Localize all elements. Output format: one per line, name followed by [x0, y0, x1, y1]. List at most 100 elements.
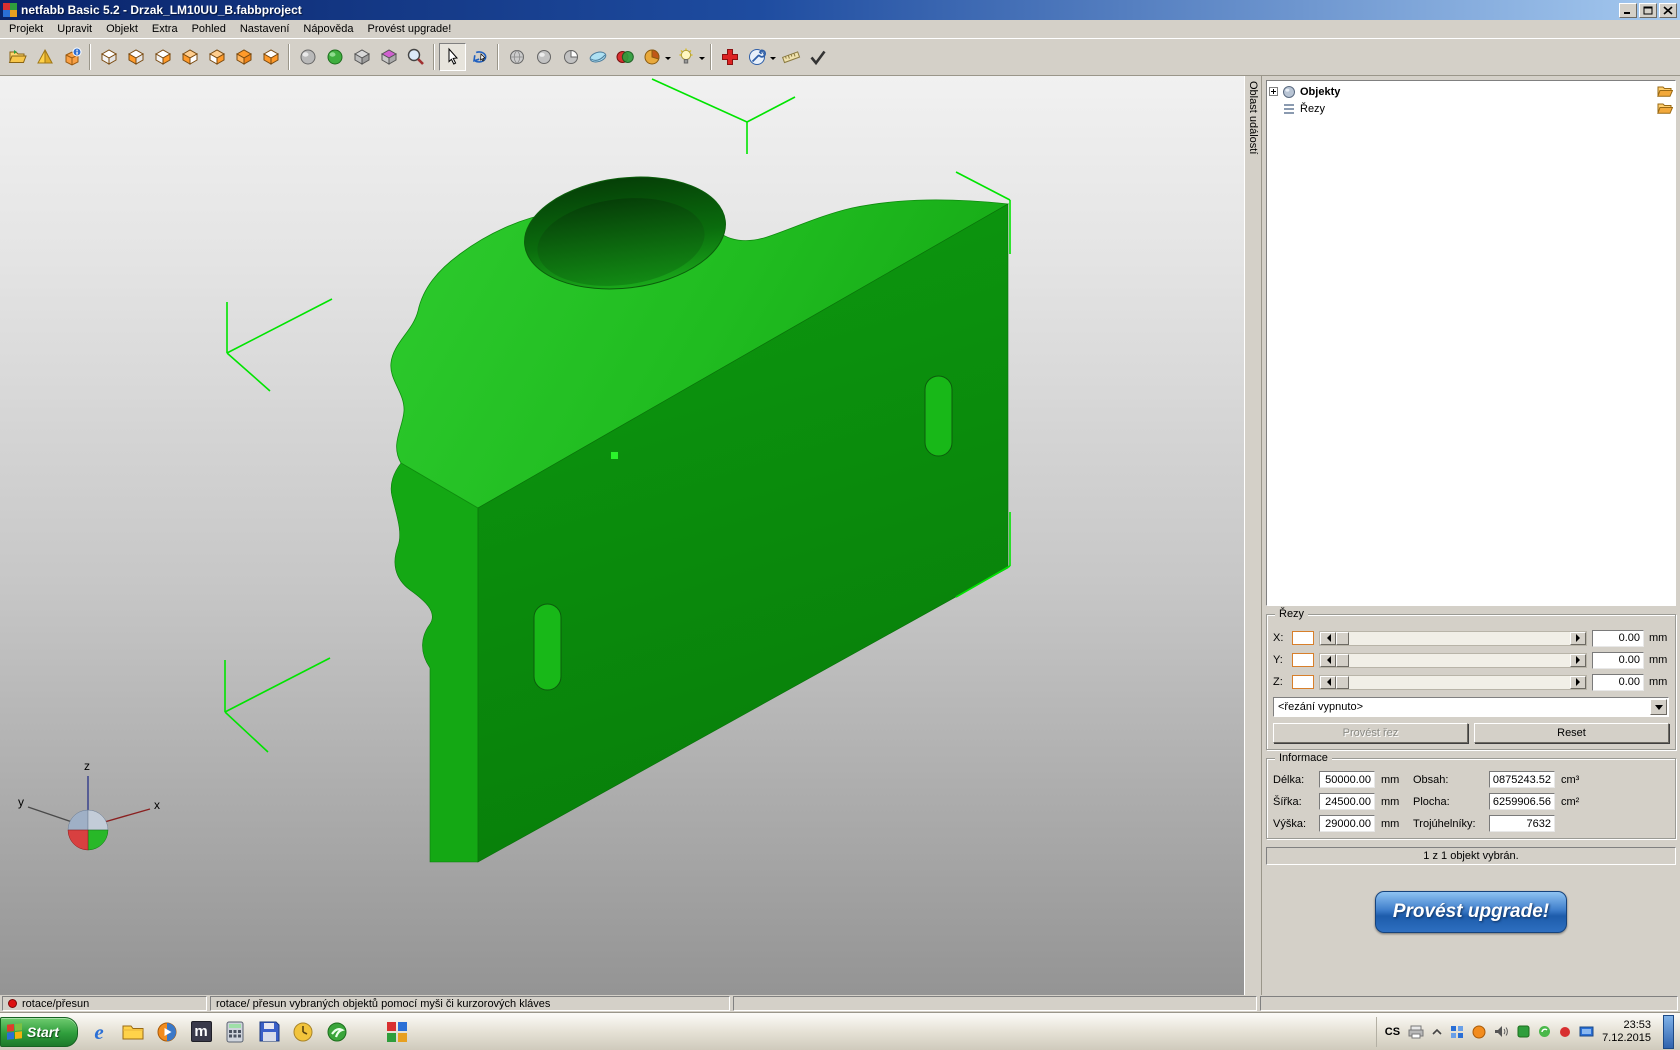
tray-clock[interactable]: 23:53 7.12.2015 — [1602, 1019, 1651, 1045]
slice-x-value-input[interactable] — [1592, 630, 1644, 647]
slice-mode-dropdown[interactable]: <řezání vypnuto> — [1273, 697, 1669, 717]
close-button[interactable] — [1659, 3, 1677, 18]
select-cursor-button[interactable] — [439, 43, 466, 71]
green-tray-icon[interactable] — [1517, 1025, 1530, 1038]
menu-projekt[interactable]: Projekt — [2, 21, 50, 37]
volume-value[interactable] — [1489, 771, 1555, 788]
red-tray-icon[interactable] — [1559, 1026, 1571, 1038]
lighting-dropdown-arrow[interactable] — [699, 57, 705, 63]
open-folder-icon[interactable] — [1657, 102, 1673, 115]
reset-button[interactable]: Reset — [1474, 723, 1669, 743]
width-value[interactable] — [1319, 793, 1375, 810]
menu-napoveda[interactable]: Nápověda — [296, 21, 360, 37]
open-project-button[interactable] — [4, 43, 31, 71]
render-smooth-button[interactable] — [530, 43, 557, 71]
statistics-dropdown-arrow[interactable] — [665, 57, 671, 63]
display-shaded-button[interactable] — [294, 43, 321, 71]
slice-z-scroll-left-button[interactable] — [1320, 676, 1336, 689]
slice-z-scroll-track[interactable] — [1336, 676, 1570, 689]
tree-row-rezy[interactable]: Řezy — [1269, 100, 1673, 117]
length-value[interactable] — [1319, 771, 1375, 788]
view-left-button[interactable] — [176, 43, 203, 71]
view-back-button[interactable] — [149, 43, 176, 71]
height-value[interactable] — [1319, 815, 1375, 832]
orientation-widget[interactable]: z x y — [18, 759, 160, 850]
monitor-tray-icon[interactable] — [1579, 1026, 1594, 1038]
menu-objekt[interactable]: Objekt — [99, 21, 145, 37]
slice-y-scrollbar[interactable] — [1319, 653, 1587, 668]
repair-dropdown-arrow[interactable] — [770, 57, 776, 63]
chevron-up-icon[interactable] — [1432, 1028, 1442, 1036]
slice-z-value-input[interactable] — [1592, 674, 1644, 691]
render-cut-button[interactable] — [557, 43, 584, 71]
menu-pohled[interactable]: Pohled — [185, 21, 233, 37]
slice-x-scroll-track[interactable] — [1336, 632, 1570, 645]
lighting-button[interactable] — [672, 43, 699, 71]
media-player-button[interactable] — [152, 1017, 182, 1047]
title-bar[interactable]: netfabb Basic 5.2 - Drzak_LM10UU_B.fabbp… — [0, 0, 1680, 20]
menu-nastaveni[interactable]: Nastavení — [233, 21, 297, 37]
slice-y-scroll-left-button[interactable] — [1320, 654, 1336, 667]
triangles-value[interactable] — [1489, 815, 1555, 832]
new-analysis-button[interactable] — [716, 43, 743, 71]
view-front-button[interactable] — [122, 43, 149, 71]
view-iso-button[interactable] — [95, 43, 122, 71]
display-colored-button[interactable] — [321, 43, 348, 71]
slice-x-scroll-right-button[interactable] — [1570, 632, 1586, 645]
menu-extra[interactable]: Extra — [145, 21, 185, 37]
rotate-view-button[interactable] — [466, 43, 493, 71]
m-app-button[interactable]: m — [186, 1017, 216, 1047]
3d-viewport[interactable]: z x y — [0, 76, 1244, 995]
green-app-button[interactable] — [322, 1017, 352, 1047]
statistics-button[interactable] — [638, 43, 665, 71]
menu-upravit[interactable]: Upravit — [50, 21, 99, 37]
slice-y-scroll-thumb[interactable] — [1336, 654, 1349, 667]
open-folder-icon[interactable] — [1657, 85, 1673, 98]
internet-explorer-button[interactable]: e — [84, 1017, 114, 1047]
display-platform-button[interactable] — [375, 43, 402, 71]
slice-x-checkbox[interactable] — [1292, 631, 1314, 645]
validate-button[interactable] — [804, 43, 831, 71]
view-bottom-button[interactable] — [257, 43, 284, 71]
expand-icon[interactable] — [1269, 87, 1278, 96]
upgrade-button[interactable]: Provést upgrade! — [1375, 891, 1567, 933]
minimize-button[interactable] — [1619, 3, 1637, 18]
file-explorer-button[interactable] — [118, 1017, 148, 1047]
view-top-button[interactable] — [230, 43, 257, 71]
events-panel-tab[interactable]: Oblast událostí — [1244, 76, 1262, 995]
mail-clock-button[interactable] — [288, 1017, 318, 1047]
menu-upgrade[interactable]: Provést upgrade! — [361, 21, 459, 37]
add-part-button[interactable] — [31, 43, 58, 71]
slice-x-scroll-left-button[interactable] — [1320, 632, 1336, 645]
orange-app-tray-icon[interactable] — [1472, 1025, 1486, 1039]
maximize-button[interactable] — [1639, 3, 1657, 18]
slice-z-checkbox[interactable] — [1292, 675, 1314, 689]
start-button[interactable]: Start — [0, 1017, 78, 1047]
volume-icon[interactable] — [1494, 1025, 1509, 1038]
calculator-button[interactable] — [220, 1017, 250, 1047]
show-desktop-button[interactable] — [1663, 1015, 1674, 1049]
render-sphere-button[interactable] — [503, 43, 530, 71]
boolean-operation-button[interactable] — [611, 43, 638, 71]
slice-z-scroll-thumb[interactable] — [1336, 676, 1349, 689]
slice-y-value-input[interactable] — [1592, 652, 1644, 669]
object-tree[interactable]: Objekty Řezy — [1266, 80, 1676, 606]
slice-z-scrollbar[interactable] — [1319, 675, 1587, 690]
sync-tray-icon[interactable] — [1538, 1025, 1551, 1038]
slice-y-scroll-track[interactable] — [1336, 654, 1570, 667]
slice-y-scroll-right-button[interactable] — [1570, 654, 1586, 667]
part-info-button[interactable] — [58, 43, 85, 71]
repair-button[interactable] — [743, 43, 770, 71]
slice-y-checkbox[interactable] — [1292, 653, 1314, 667]
slice-z-scroll-right-button[interactable] — [1570, 676, 1586, 689]
zoom-button[interactable] — [402, 43, 429, 71]
save-app-button[interactable] — [254, 1017, 284, 1047]
display-box-button[interactable] — [348, 43, 375, 71]
printer-icon[interactable] — [1408, 1025, 1424, 1039]
measure-button[interactable] — [777, 43, 804, 71]
blue-grid-icon[interactable] — [1450, 1025, 1464, 1039]
dropdown-arrow-button[interactable] — [1650, 699, 1667, 715]
tree-row-objekty[interactable]: Objekty — [1269, 83, 1673, 100]
execute-cut-button[interactable]: Provést řez — [1273, 723, 1468, 743]
view-right-button[interactable] — [203, 43, 230, 71]
